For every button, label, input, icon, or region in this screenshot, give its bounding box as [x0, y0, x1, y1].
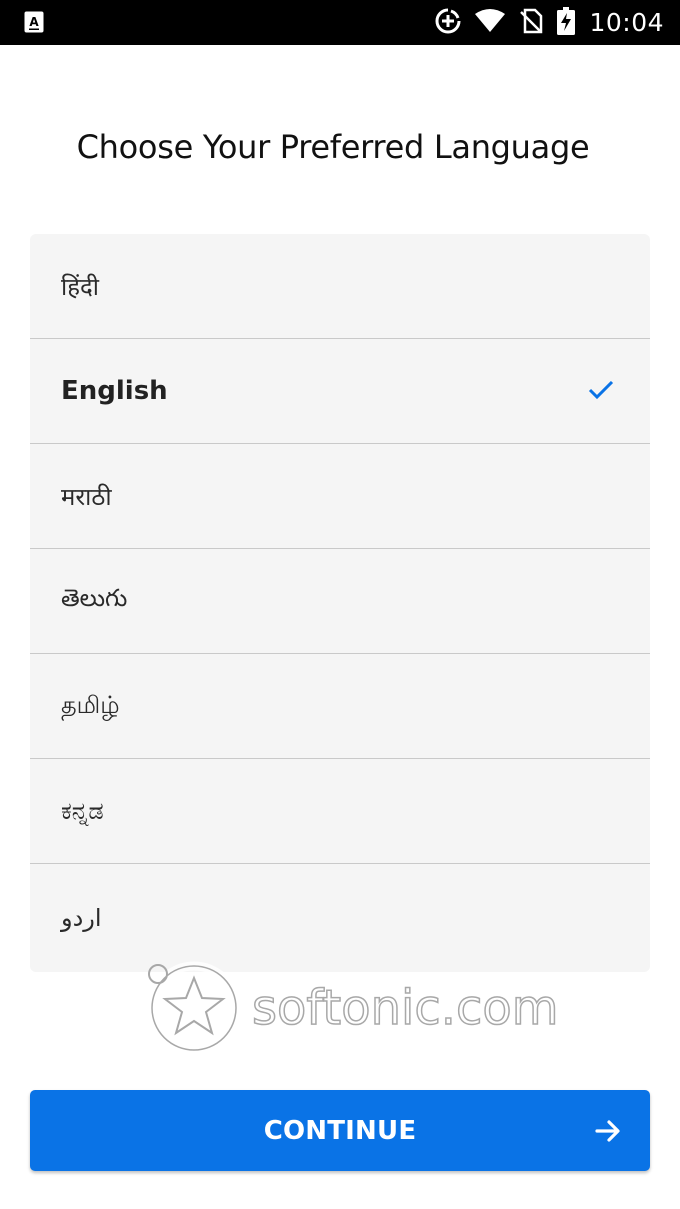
language-option-marathi[interactable]: मराठी — [30, 444, 650, 549]
language-label: ಕನ್ನಡ — [61, 797, 104, 825]
language-list: हिंदी English मराठी తెలుగు தமிழ் ಕನ್ನಡ ا… — [30, 234, 650, 972]
language-label: தமிழ் — [61, 690, 120, 719]
continue-label: CONTINUE — [263, 1115, 417, 1146]
watermark-text: softonic.com — [251, 979, 559, 1037]
language-option-telugu[interactable]: తెలుగు — [30, 549, 650, 654]
svg-text:A: A — [29, 15, 39, 29]
language-option-urdu[interactable]: اردو — [30, 864, 650, 972]
language-option-tamil[interactable]: தமிழ் — [30, 654, 650, 759]
battery-charging-icon — [557, 6, 576, 39]
data-saver-icon — [435, 8, 461, 38]
language-label: हिंदी — [61, 272, 99, 301]
checkmark-icon — [588, 379, 614, 401]
arrow-right-icon — [594, 1117, 622, 1145]
page-title: Choose Your Preferred Language — [76, 128, 590, 166]
no-sim-icon — [519, 8, 543, 38]
language-label: English — [61, 376, 168, 406]
wifi-icon — [475, 8, 506, 37]
language-label: मराठी — [61, 482, 112, 511]
language-label: తెలుగు — [61, 584, 128, 612]
language-option-hindi[interactable]: हिंदी — [30, 234, 650, 339]
language-option-english[interactable]: English — [30, 339, 650, 444]
status-time: 10:04 — [589, 8, 664, 37]
softonic-watermark: softonic.com — [142, 958, 572, 1058]
language-label: اردو — [61, 904, 102, 932]
accessibility-a-icon: A — [24, 11, 44, 33]
softonic-logo-icon — [142, 958, 242, 1058]
continue-button[interactable]: CONTINUE — [30, 1090, 650, 1171]
status-bar: A 10:04 — [0, 0, 680, 45]
language-option-kannada[interactable]: ಕನ್ನಡ — [30, 759, 650, 864]
